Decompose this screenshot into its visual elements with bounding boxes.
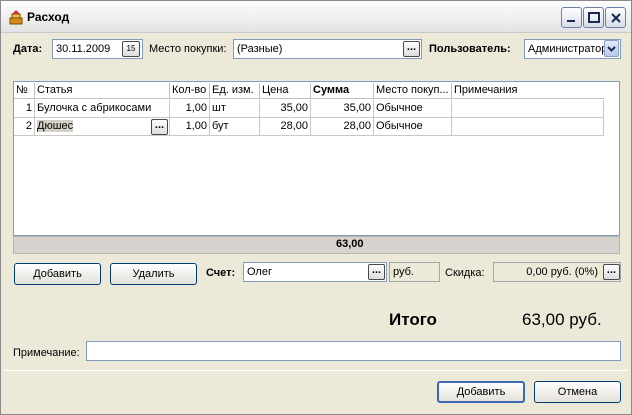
maximize-button[interactable] [583,7,604,28]
row-2-item-browse-button[interactable]: ... [151,119,168,135]
ellipsis-icon: ... [371,264,382,276]
currency-field: руб. [389,262,440,282]
row-1-price[interactable]: 35,00 [260,100,311,118]
close-icon [611,13,621,23]
date-value: 30.11.2009 [56,43,111,55]
note-field[interactable] [86,341,621,361]
minimize-icon [567,20,575,22]
maximize-icon [588,12,600,23]
add-row-button[interactable]: Добавить [14,263,101,285]
row-2-sum[interactable]: 28,00 [311,118,374,136]
column-header-unit[interactable]: Ед. изм. [210,83,260,99]
total-value: 63,00 руб. [522,310,602,329]
cancel-button[interactable]: Отмена [534,381,621,403]
user-value: Администратор [528,43,608,55]
calendar-icon: 15 [126,44,136,53]
discount-value: 0,00 руб. (0%) [526,266,598,278]
submit-button[interactable]: Добавить [437,381,525,403]
account-browse-button[interactable]: ... [368,264,385,280]
currency-value: руб. [393,266,414,278]
row-1-sum[interactable]: 35,00 [311,100,374,118]
row-1-note[interactable] [452,100,604,118]
note-label: Примечание: [13,347,80,359]
row-2-item: Дюшес [37,120,74,132]
total-label: Итого [389,310,437,329]
footer-divider [4,370,628,371]
column-header-price[interactable]: Цена [260,83,311,99]
row-2-item-cell[interactable]: Дюшес [35,118,170,136]
place-browse-button[interactable]: ... [403,41,420,57]
expense-window: Расход Дата: 30.11.2009 15 Место покупки… [0,0,632,415]
row-2-unit[interactable]: бут [210,118,260,136]
column-header-num[interactable]: № [14,83,35,99]
ellipsis-icon: ... [606,264,617,276]
row-2-place[interactable]: Обычное [374,118,452,136]
column-header-notes[interactable]: Примечания [452,83,604,99]
user-label: Пользователь: [429,43,511,55]
chevron-down-icon [607,46,616,52]
close-button[interactable] [605,7,626,28]
ellipsis-icon: ... [154,119,165,131]
account-value: Олег [247,266,272,278]
table-total: 63,00 [336,238,364,250]
account-field[interactable]: Олег [243,262,387,282]
delete-row-button[interactable]: Удалить [110,263,197,285]
column-header-place[interactable]: Место покуп... [374,83,452,99]
discount-field[interactable]: 0,00 руб. (0%) [493,262,621,282]
column-header-qty[interactable]: Кол-во [170,83,210,99]
calendar-button[interactable]: 15 [122,41,140,57]
ellipsis-icon: ... [406,41,417,53]
title-bar[interactable]: Расход [1,1,631,33]
date-label: Дата: [13,43,43,55]
window-title: Расход [27,10,70,24]
row-2-num: 2 [14,118,35,136]
row-1-qty[interactable]: 1,00 [170,100,210,118]
row-2-note[interactable] [452,118,604,136]
row-1-num: 1 [14,100,35,118]
place-label: Место покупки: [149,43,227,55]
column-header-sum[interactable]: Сумма [311,83,374,99]
discount-label: Скидка: [445,267,485,279]
place-field[interactable]: (Разные) [233,39,422,59]
expense-table[interactable]: № Статья Кол-во Ед. изм. Цена Сумма Мест… [13,81,620,236]
row-1-item[interactable]: Булочка с абрикосами [35,100,170,118]
minimize-button[interactable] [561,7,582,28]
place-value: (Разные) [237,43,283,55]
row-2-price[interactable]: 28,00 [260,118,311,136]
discount-browse-button[interactable]: ... [603,264,620,280]
row-1-place[interactable]: Обычное [374,100,452,118]
column-header-item[interactable]: Статья [35,83,170,99]
expense-app-icon [9,10,23,25]
table-total-bar: 63,00 [13,236,620,254]
user-dropdown-button[interactable] [604,40,619,57]
row-2-qty[interactable]: 1,00 [170,118,210,136]
row-1-unit[interactable]: шт [210,100,260,118]
account-label: Счет: [206,267,236,279]
